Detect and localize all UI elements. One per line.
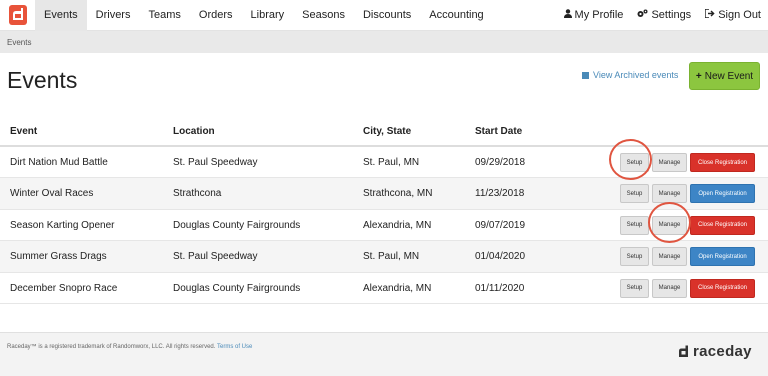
table-row: Winter Oval Races Strathcona Strathcona,… [0,178,768,210]
manage-button[interactable]: Manage [652,247,687,267]
user-icon [563,9,572,21]
top-navbar: Events Drivers Teams Orders Library Seas… [0,0,768,31]
setup-button[interactable]: Setup [620,278,649,298]
event-city-state: Alexandria, MN [363,282,432,294]
table-row: December Snopro Race Douglas County Fair… [0,273,768,304]
event-start-date: 01/11/2020 [475,282,525,294]
setup-button[interactable]: Setup [620,184,649,204]
event-location: Strathcona [173,188,222,200]
nav-item-accounting[interactable]: Accounting [420,0,492,31]
footer-brand-name: raceday [693,343,752,360]
event-start-date: 11/23/2018 [475,188,525,200]
event-name: Summer Grass Drags [10,251,107,263]
column-header-location: Location [173,125,215,137]
footer-copyright: Raceday™ is a registered trademark of Ra… [7,344,252,350]
nav-item-teams[interactable]: Teams [139,0,189,31]
nav-item-discounts[interactable]: Discounts [354,0,420,31]
manage-button[interactable]: Manage [652,278,687,298]
setup-button[interactable]: Setup [620,215,649,235]
nav-item-seasons[interactable]: Seasons [293,0,354,31]
breadcrumb: Events [0,31,768,53]
event-location: St. Paul Speedway [173,251,258,263]
my-profile-link[interactable]: My Profile [557,0,631,31]
event-name: Dirt Nation Mud Battle [10,157,108,168]
event-city-state: Strathcona, MN [363,188,433,200]
table-header-row: Event Location City, State Start Date [0,117,768,147]
event-city-state: Alexandria, MN [363,219,432,231]
open-registration-button[interactable]: Open Registration [690,247,755,267]
gear-icon [637,9,648,21]
table-row: Season Karting Opener Douglas County Fai… [0,210,768,242]
my-profile-label: My Profile [574,9,624,21]
new-event-button[interactable]: + New Event [689,62,760,90]
plus-icon: + [695,70,702,82]
nav-item-orders[interactable]: Orders [190,0,242,31]
nav-item-drivers[interactable]: Drivers [87,0,140,31]
event-start-date: 09/29/2018 [475,157,526,168]
event-city-state: St. Paul, MN [363,251,420,263]
nav-item-events[interactable]: Events [35,0,87,31]
close-registration-button[interactable]: Close Registration [690,153,755,172]
raceday-logo-icon [8,5,27,25]
new-event-label: New Event [704,70,754,82]
page-footer: Raceday™ is a registered trademark of Ra… [0,332,768,376]
breadcrumb-item-events[interactable]: Events [7,38,31,47]
event-name: Winter Oval Races [10,188,94,200]
column-header-event: Event [10,125,38,137]
footer-brand-logo: raceday [678,343,752,360]
event-location: St. Paul Speedway [173,157,258,168]
nav-item-library[interactable]: Library [242,0,294,31]
sign-out-label: Sign Out [718,9,761,21]
event-start-date: 01/04/2020 [475,251,526,263]
setup-button[interactable]: Setup [620,153,649,172]
column-header-city-state: City, State [363,125,412,137]
table-row: Summer Grass Drags St. Paul Speedway St.… [0,241,768,273]
nav-right-group: My Profile Settings Sign Out [557,0,768,31]
close-registration-button[interactable]: Close Registration [690,215,755,235]
terms-of-use-link[interactable]: Terms of Use [217,344,252,350]
manage-button[interactable]: Manage [652,215,687,235]
app-logo[interactable] [0,0,35,31]
view-archived-events-link[interactable]: View Archived events [582,70,678,80]
event-start-date: 09/07/2019 [475,219,526,231]
settings-link[interactable]: Settings [630,0,698,31]
manage-button[interactable]: Manage [652,184,687,204]
archive-icon [582,71,589,79]
sign-out-icon [704,8,715,21]
settings-label: Settings [651,9,692,21]
view-archived-events-label: View Archived events [593,70,679,80]
events-table: Event Location City, State Start Date Di… [0,117,768,304]
table-row: Dirt Nation Mud Battle St. Paul Speedway… [0,147,768,179]
sign-out-link[interactable]: Sign Out [698,0,768,31]
close-registration-button[interactable]: Close Registration [690,278,755,298]
setup-button[interactable]: Setup [620,247,649,267]
column-header-start-date: Start Date [475,125,523,137]
open-registration-button[interactable]: Open Registration [690,184,755,204]
raceday-logo-icon [679,345,688,357]
event-name: December Snopro Race [10,282,118,294]
event-location: Douglas County Fairgrounds [173,282,301,294]
page-title: Events [7,67,78,93]
copyright-text: Raceday™ is a registered trademark of Ra… [7,344,216,350]
event-location: Douglas County Fairgrounds [173,219,301,231]
event-name: Season Karting Opener [10,219,115,231]
event-city-state: St. Paul, MN [363,157,420,168]
manage-button[interactable]: Manage [652,153,687,172]
